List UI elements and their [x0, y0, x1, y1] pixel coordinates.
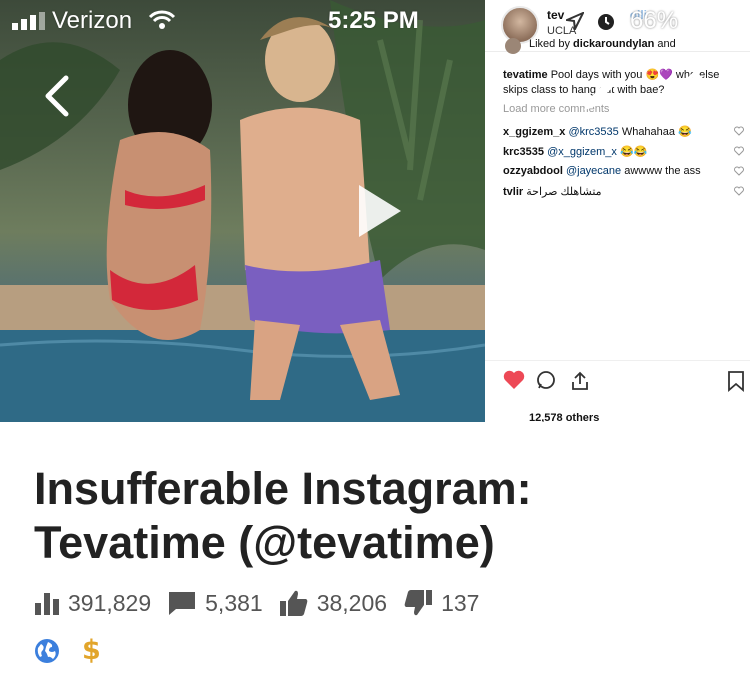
instagram-action-bar	[485, 360, 750, 422]
views-bars-icon	[35, 593, 59, 615]
status-bar: Verizon 5:25 PM 66%	[0, 0, 750, 40]
dislikes-stat[interactable]: 137	[403, 589, 479, 617]
instagram-post-panel: tev olli UCLA tevatime Pool days with yo…	[485, 0, 750, 422]
location-arrow-icon	[566, 12, 584, 30]
share-arrow-icon	[572, 371, 588, 390]
thumbnail-photo	[0, 0, 485, 422]
carrier-name: Verizon	[52, 7, 133, 34]
liked-others-count: 12,578 others	[529, 412, 600, 422]
video-thumbnail[interactable]: tev olli UCLA tevatime Pool days with yo…	[0, 0, 750, 422]
video-tags: $	[34, 637, 101, 665]
edit-pencil-icon[interactable]	[576, 74, 620, 118]
views-count: 391,829	[68, 589, 152, 616]
play-icon[interactable]	[355, 183, 405, 239]
globe-icon[interactable]	[34, 638, 60, 664]
instagram-comment: tvlir متشاهلك صراحة	[503, 185, 748, 198]
video-title: Insufferable Instagram: Tevatime (@tevati…	[34, 463, 532, 568]
likes-stat[interactable]: 38,206	[279, 589, 387, 617]
dollar-icon[interactable]: $	[82, 637, 101, 665]
dislikes-count: 137	[441, 589, 480, 616]
clock-time: 5:25 PM	[328, 7, 419, 34]
views-stat: 391,829	[34, 590, 151, 617]
comment-bubble-icon	[169, 592, 196, 615]
comment-heart-icon	[734, 146, 744, 156]
thumbs-down-icon	[404, 590, 433, 616]
bookmark-icon	[728, 371, 744, 392]
comment-heart-icon	[734, 186, 744, 196]
instagram-comment: ozzyabdool @jayecane awwww the ass	[503, 165, 748, 177]
comments-count: 5,381	[205, 589, 263, 616]
comments-stat[interactable]: 5,381	[167, 590, 263, 617]
instagram-comment: x_ggizem_x @krc3535 Whahahaa 😂	[503, 125, 748, 138]
comment-icon	[537, 371, 555, 389]
comment-heart-icon	[734, 166, 744, 176]
video-stats: 391,829 5,381 38,206 137	[34, 588, 495, 618]
liker-avatar	[505, 38, 521, 54]
wifi-icon	[148, 10, 176, 29]
likes-count: 38,206	[316, 589, 388, 616]
battery-percent: 66%	[630, 7, 679, 34]
comment-heart-icon	[734, 126, 744, 136]
heart-icon	[503, 370, 525, 389]
alarm-clock-icon	[598, 14, 614, 30]
back-arrow-icon[interactable]	[40, 74, 74, 118]
instagram-comment: krc3535 @x_ggizem_x 😂😂	[503, 145, 748, 158]
share-icon[interactable]	[676, 70, 714, 120]
thumbs-up-icon	[279, 590, 308, 616]
battery-icon	[688, 10, 739, 32]
signal-icon	[12, 12, 45, 30]
